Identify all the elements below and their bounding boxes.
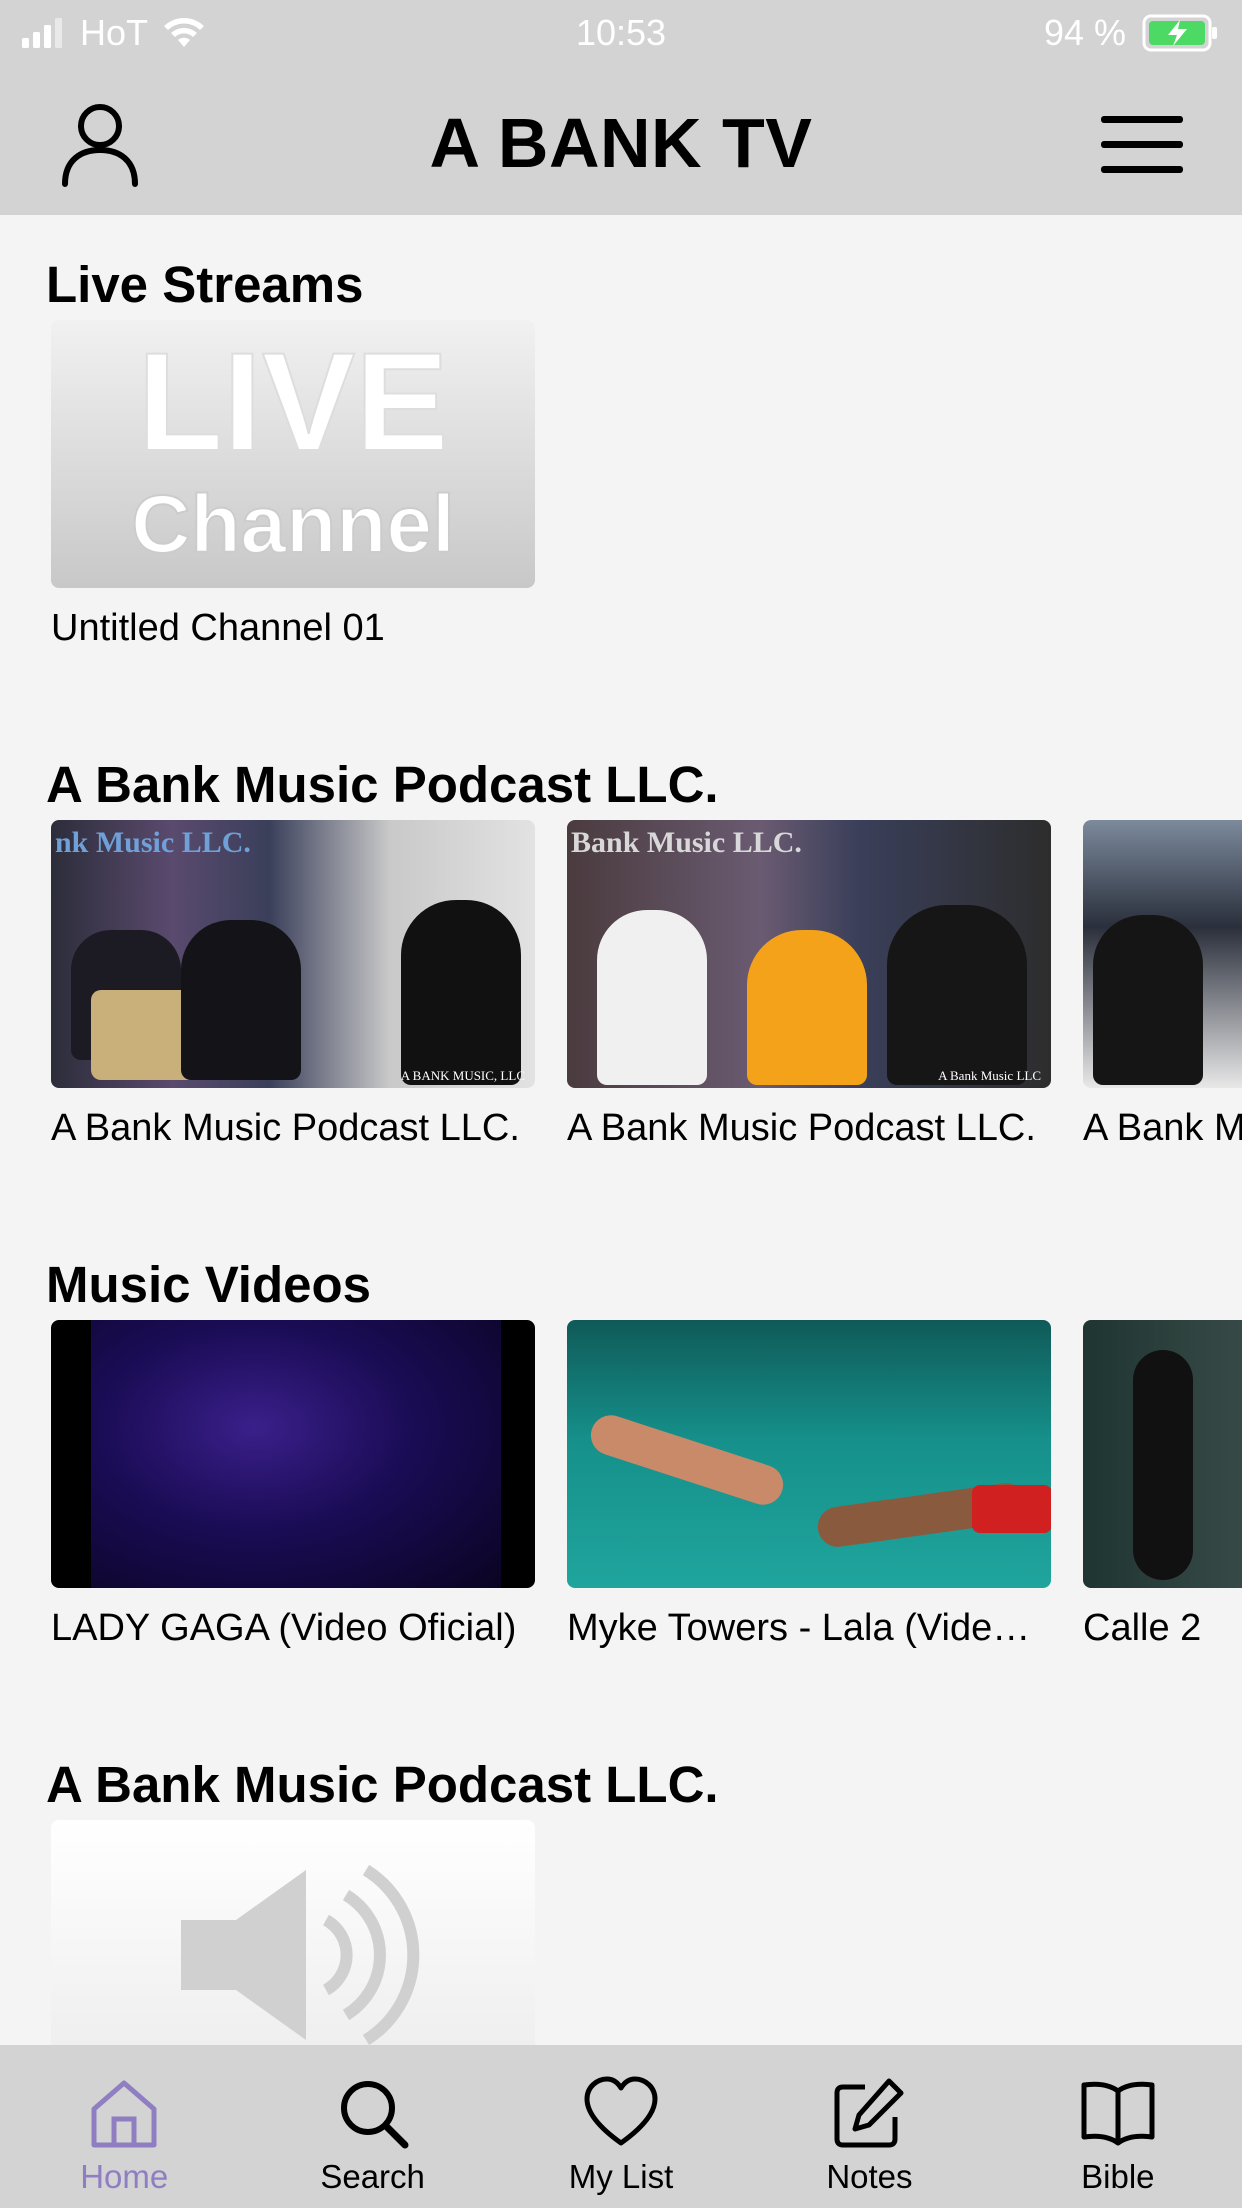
live-channel-card[interactable]: LIVE Channel Untitled Channel 01	[51, 320, 535, 658]
person-silhouette	[747, 930, 867, 1085]
video-frame	[91, 1320, 501, 1588]
app-title: A BANK TV	[429, 104, 813, 182]
card-title: A Bank Music Podcast LLC.	[1083, 1107, 1242, 1149]
battery-charging-icon	[1142, 14, 1217, 52]
thumb-banner: nk Music LLC.	[55, 826, 251, 859]
nav-label: Search	[320, 2158, 425, 2195]
section-live-streams: Live Streams LIVE Channel Untitled Chann…	[46, 250, 1242, 680]
bottom-nav: Home Search My List Notes Bible	[0, 2045, 1242, 2208]
video-thumbnail[interactable]	[51, 1320, 535, 1588]
nav-home[interactable]: Home	[0, 2045, 248, 2208]
card-title: Untitled Channel 01	[51, 607, 385, 649]
thumb-banner: Bank Music LLC.	[571, 826, 802, 859]
status-bar: HoT 10:53 94 %	[0, 0, 1242, 70]
nav-label: My List	[568, 2158, 674, 2195]
podcast-thumbnail[interactable]: Bank Music LLC. A Bank Music LLC	[567, 820, 1051, 1088]
person-silhouette	[1133, 1350, 1193, 1580]
carousel-row[interactable]: LIVE Channel Untitled Channel 01	[46, 320, 1242, 680]
status-right: 94 %	[1044, 12, 1220, 54]
section-title: Music Videos	[46, 1256, 372, 1313]
nav-bible[interactable]: Bible	[994, 2045, 1242, 2208]
podcast-card[interactable]: nk Music LLC. A BANK MUSIC, LLC A Bank M…	[51, 820, 535, 1158]
podcast-thumbnail[interactable]	[1083, 820, 1242, 1088]
thumb-watermark: A BANK MUSIC, LLC	[400, 1068, 525, 1083]
live-text: LIVE	[136, 323, 449, 480]
card-title: Myke Towers - Lala (Video Oficial)	[567, 1607, 1051, 1649]
carousel-row[interactable]	[46, 1820, 1242, 2045]
podcast-card[interactable]: A Bank Music Podcast LLC.	[1083, 820, 1242, 1158]
thumb-watermark: A Bank Music LLC	[938, 1068, 1041, 1083]
person-silhouette	[181, 920, 301, 1080]
audio-card[interactable]	[51, 1820, 535, 2045]
edit-icon	[834, 2078, 904, 2148]
podcast-thumbnail[interactable]: nk Music LLC. A BANK MUSIC, LLC	[51, 820, 535, 1088]
heart-icon	[584, 2076, 658, 2146]
search-icon	[340, 2081, 409, 2149]
swimmer-figure	[585, 1410, 789, 1510]
card-title: LADY GAGA (Video Oficial)	[51, 1607, 517, 1649]
nav-label: Home	[80, 2158, 169, 2195]
person-silhouette	[887, 905, 1027, 1085]
app-header: A BANK TV	[0, 70, 1242, 215]
section-title: A Bank Music Podcast LLC.	[46, 756, 719, 813]
menu-button[interactable]	[1097, 110, 1187, 180]
audio-thumbnail[interactable]	[51, 1820, 535, 2045]
section-music-videos: Music Videos LADY GAGA (Video Oficial) M…	[46, 1250, 1242, 1680]
video-card[interactable]: Calle 2	[1083, 1320, 1242, 1658]
card-title: A Bank Music Podcast LLC.	[51, 1107, 520, 1149]
video-thumbnail[interactable]	[1083, 1320, 1242, 1588]
carousel-row[interactable]: LADY GAGA (Video Oficial) Myke Towers - …	[46, 1320, 1242, 1680]
person-silhouette	[1093, 915, 1203, 1085]
video-thumbnail[interactable]	[567, 1320, 1051, 1588]
person-silhouette	[597, 910, 707, 1085]
nav-notes[interactable]: Notes	[745, 2045, 993, 2208]
section-title: Live Streams	[46, 256, 364, 313]
video-card[interactable]: LADY GAGA (Video Oficial)	[51, 1320, 535, 1658]
card-title: A Bank Music Podcast LLC.	[567, 1107, 1036, 1149]
card-title: Calle 2	[1083, 1607, 1202, 1649]
section-podcast-audio: A Bank Music Podcast LLC.	[46, 1750, 1242, 2045]
battery-percent: 94 %	[1043, 12, 1126, 53]
nav-search[interactable]: Search	[248, 2045, 496, 2208]
person-silhouette	[401, 900, 521, 1085]
home-content[interactable]: Live Streams LIVE Channel Untitled Chann…	[0, 215, 1242, 2045]
swimmer-figure	[972, 1485, 1051, 1533]
nav-label: Bible	[1081, 2158, 1155, 2195]
live-channel-thumbnail[interactable]: LIVE Channel	[51, 320, 535, 588]
nav-label: Notes	[826, 2158, 913, 2195]
nav-my-list[interactable]: My List	[497, 2045, 745, 2208]
hamburger-icon	[1101, 116, 1183, 173]
carousel-row[interactable]: nk Music LLC. A BANK MUSIC, LLC A Bank M…	[46, 820, 1242, 1180]
section-title: A Bank Music Podcast LLC.	[46, 1756, 719, 1813]
channel-text: Channel	[130, 479, 455, 571]
podcast-card[interactable]: Bank Music LLC. A Bank Music LLC A Bank …	[567, 820, 1051, 1158]
book-icon	[1081, 2081, 1155, 2146]
video-card[interactable]: Myke Towers - Lala (Video Oficial)	[567, 1320, 1051, 1658]
section-podcast: A Bank Music Podcast LLC. nk Music LLC. …	[46, 750, 1242, 1180]
speaker-icon	[181, 1864, 420, 2045]
home-icon	[91, 2080, 157, 2148]
